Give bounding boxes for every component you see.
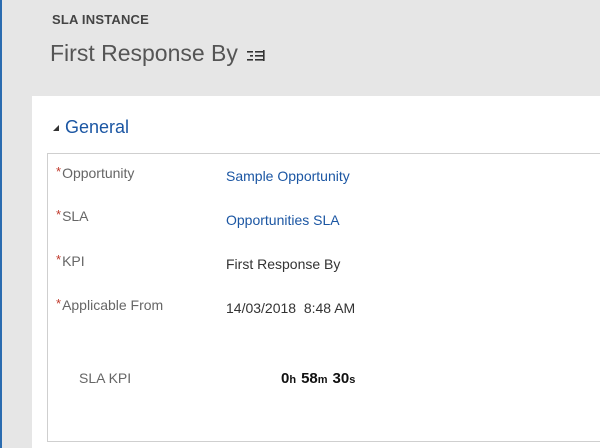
menu-lines-icon[interactable]	[246, 48, 267, 64]
timer-hours-unit: h	[289, 374, 297, 386]
sla-label: *SLA	[56, 207, 89, 224]
kpi-label-text: KPI	[62, 253, 85, 269]
general-section-header[interactable]: General	[52, 117, 129, 138]
required-marker: *	[56, 164, 62, 179]
entity-type-label: SLA INSTANCE	[52, 12, 150, 27]
applicable-from-value: 14/03/2018 8:48 AM	[226, 300, 356, 316]
record-title: First Response By	[50, 40, 267, 67]
timer-minutes-unit: m	[317, 374, 328, 386]
sla-kpi-label: SLA KPI	[79, 370, 132, 386]
record-title-text: First Response By	[50, 40, 238, 66]
general-fields-panel: *Opportunity Sample Opportunity *SLA Opp…	[47, 153, 600, 442]
kpi-label: *KPI	[56, 252, 85, 269]
opportunity-label-text: Opportunity	[62, 165, 135, 181]
kpi-value: First Response By	[226, 256, 341, 272]
form-card: General *Opportunity Sample Opportunity …	[32, 96, 600, 448]
required-marker: *	[56, 252, 62, 267]
left-accent-rule	[0, 0, 2, 448]
sla-kpi-timer: 0h 58m 30s	[281, 370, 355, 387]
required-marker: *	[56, 207, 62, 222]
timer-seconds-unit: s	[349, 374, 356, 386]
sla-label-text: SLA	[62, 208, 89, 224]
timer-seconds: 30	[332, 370, 350, 387]
opportunity-label: *Opportunity	[56, 164, 135, 181]
triangle-collapse-icon[interactable]	[52, 123, 62, 133]
applicable-from-label-text: Applicable From	[62, 297, 164, 313]
applicable-from-label: *Applicable From	[56, 296, 164, 313]
timer-minutes: 58	[301, 370, 318, 387]
required-marker: *	[56, 296, 62, 311]
section-title: General	[65, 117, 130, 137]
sla-value-link[interactable]: Opportunities SLA	[226, 212, 340, 228]
opportunity-value-link[interactable]: Sample Opportunity	[226, 168, 350, 184]
